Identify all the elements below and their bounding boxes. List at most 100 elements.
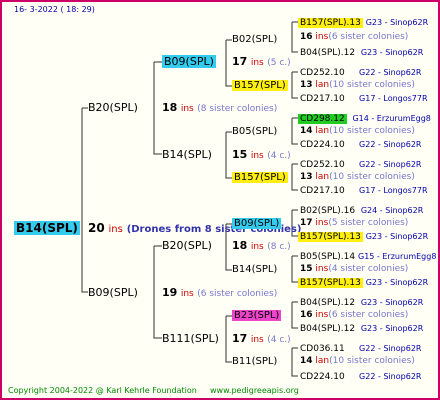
l2-node-0-label: B09(SPL) xyxy=(162,55,216,68)
l1-gen-1-num: 19 xyxy=(162,286,178,299)
l4-node-12-label: B04(SPL).12 xyxy=(300,298,356,308)
l2-gen-3: 17 ins (4 c.) xyxy=(232,332,291,347)
l3-gen-5-ins: ins xyxy=(315,264,329,274)
l4-node-10[interactable]: B05(SPL).14 G15 - ErzurumEgg8 xyxy=(300,251,436,263)
l2-gen-0-num: 17 xyxy=(232,55,248,68)
l2-node-0[interactable]: B09(SPL) xyxy=(162,55,216,68)
l4-node-3-info: G17 - Longos77R xyxy=(359,94,428,103)
l4-node-3[interactable]: CD217.10 G17 - Longos77R xyxy=(300,93,428,105)
l3-node-6[interactable]: B23(SPL) xyxy=(232,310,282,321)
l4-node-7-label: CD217.10 xyxy=(300,186,345,196)
l1-node-1[interactable]: B09(SPL) xyxy=(88,286,138,299)
l4-node-9-label: B157(SPL).13 xyxy=(298,232,363,242)
l4-node-2[interactable]: CD252.10 G22 - Sinop62R xyxy=(300,67,421,79)
pedigree-frame: 16- 3-2022 ( 18: 29) Copyright 2004-2022… xyxy=(0,0,440,400)
l3-gen-2-note: (10 sister colonies) xyxy=(329,126,415,136)
l4-node-5-info: G22 - Sinop62R xyxy=(359,140,422,149)
l4-node-9-info: G23 - Sinop62R xyxy=(365,232,429,241)
l3-gen-2: 14 lan(10 sister colonies) xyxy=(300,126,415,137)
l2-node-2[interactable]: B20(SPL) xyxy=(162,239,212,252)
l1-node-0[interactable]: B20(SPL) xyxy=(88,101,138,114)
l4-node-0[interactable]: B157(SPL).13 G23 - Sinop62R xyxy=(298,17,428,29)
l4-node-12[interactable]: B04(SPL).12 G23 - Sinop62R xyxy=(300,297,423,309)
root-gen: 20 xyxy=(88,221,105,235)
l3-gen-4-num: 17 xyxy=(300,218,313,228)
l3-gen-1-ins: lan xyxy=(315,80,330,90)
l4-node-6-info: G22 - Sinop62R xyxy=(359,160,422,169)
l4-node-13-label: B04(SPL).12 xyxy=(300,324,356,334)
l4-node-7-info: G17 - Longos77R xyxy=(359,186,428,195)
l3-gen-6: 16 ins(6 sister colonies) xyxy=(300,310,408,321)
l2-node-3[interactable]: B111(SPL) xyxy=(162,332,219,345)
root-node[interactable]: B14(SPL) xyxy=(14,221,80,236)
l4-node-0-info: G23 - Sinop62R xyxy=(365,18,429,27)
l3-gen-0-num: 16 xyxy=(300,32,313,42)
l3-node-5[interactable]: B14(SPL) xyxy=(232,264,277,275)
l2-gen-1-num: 15 xyxy=(232,148,248,161)
l4-node-11[interactable]: B157(SPL).13 G23 - Sinop62R xyxy=(298,277,428,289)
l4-node-13-info: G23 - Sinop62R xyxy=(360,324,424,333)
l3-gen-7-num: 14 xyxy=(300,356,313,366)
l3-gen-7: 14 lan(10 sister colonies) xyxy=(300,356,415,367)
l2-gen-2-num: 18 xyxy=(232,239,248,252)
l1-gen-0: 18 ins (8 sister colonies) xyxy=(162,101,277,116)
l4-node-1[interactable]: B04(SPL).12 G23 - Sinop62R xyxy=(300,47,423,59)
l4-node-6-label: CD252.10 xyxy=(300,160,345,170)
l1-gen-1-note: (6 sister colonies) xyxy=(197,289,278,299)
l3-gen-0-note: (6 sister colonies) xyxy=(328,32,409,42)
l2-gen-2: 18 ins (8 c.) xyxy=(232,239,291,254)
site-link[interactable]: www.pedigreeapis.org xyxy=(210,385,299,396)
l3-gen-2-num: 14 xyxy=(300,126,313,136)
l3-node-2[interactable]: B05(SPL) xyxy=(232,126,277,137)
l3-node-4[interactable]: B09(SPL) xyxy=(232,218,282,229)
l3-gen-1: 13 lan(10 sister colonies) xyxy=(300,80,415,91)
l4-node-11-info: G23 - Sinop62R xyxy=(365,278,429,287)
pedigree-connector-lines xyxy=(81,21,298,377)
l3-node-0[interactable]: B02(SPL) xyxy=(232,34,277,45)
l4-node-2-info: G22 - Sinop62R xyxy=(359,68,422,77)
l3-gen-0: 16 ins(6 sister colonies) xyxy=(300,32,408,43)
l4-node-5[interactable]: CD224.10 G22 - Sinop62R xyxy=(300,139,421,151)
l2-gen-0: 17 ins (5 c.) xyxy=(232,55,291,70)
l3-node-4-label: B09(SPL) xyxy=(232,218,282,229)
l4-node-13[interactable]: B04(SPL).12 G23 - Sinop62R xyxy=(300,323,423,335)
l3-gen-7-note: (10 sister colonies) xyxy=(329,356,415,366)
l4-node-1-label: B04(SPL).12 xyxy=(300,48,356,58)
l3-gen-5: 15 ins(4 sister colonies) xyxy=(300,264,408,275)
l4-node-0-label: B157(SPL).13 xyxy=(298,18,363,28)
l3-gen-0-ins: ins xyxy=(315,32,329,42)
l3-node-1-label: B157(SPL) xyxy=(232,80,288,91)
root-name: B14(SPL) xyxy=(14,221,80,235)
l2-gen-1-ins: ins xyxy=(250,151,264,161)
l1-gen-1-ins: ins xyxy=(180,289,194,299)
l2-gen-3-note: (4 c.) xyxy=(267,335,291,345)
copyright-text: Copyright 2004-2022 @ Karl Kehrle Founda… xyxy=(8,386,197,395)
l2-gen-3-ins: ins xyxy=(250,335,264,345)
l3-node-3[interactable]: B157(SPL) xyxy=(232,172,288,183)
l4-node-14-info: G22 - Sinop62R xyxy=(359,344,422,353)
l4-node-7[interactable]: CD217.10 G17 - Longos77R xyxy=(300,185,428,197)
l4-node-4[interactable]: CD298.12 G14 - ErzurumEgg8 xyxy=(298,113,431,125)
l3-gen-6-num: 16 xyxy=(300,310,313,320)
l3-gen-4: 17 ins(5 sister colonies) xyxy=(300,218,408,229)
l3-node-3-label: B157(SPL) xyxy=(232,172,288,183)
l4-node-8-info: G24 - Sinop62R xyxy=(360,206,424,215)
l4-node-8[interactable]: B02(SPL).16 G24 - Sinop62R xyxy=(300,205,423,217)
l4-node-15[interactable]: CD224.10 G22 - Sinop62R xyxy=(300,371,421,383)
l4-node-6[interactable]: CD252.10 G22 - Sinop62R xyxy=(300,159,421,171)
l3-gen-2-ins: lan xyxy=(315,126,330,136)
l2-gen-1-note: (4 c.) xyxy=(267,151,291,161)
l4-node-10-label: B05(SPL).14 xyxy=(300,252,356,262)
l3-gen-3-num: 13 xyxy=(300,172,313,182)
l2-gen-3-num: 17 xyxy=(232,332,248,345)
l3-node-7[interactable]: B11(SPL) xyxy=(232,356,277,367)
l4-node-14[interactable]: CD036.11 G22 - Sinop62R xyxy=(300,343,421,355)
l3-gen-4-ins: ins xyxy=(315,218,329,228)
l3-gen-1-num: 13 xyxy=(300,80,313,90)
l2-node-1[interactable]: B14(SPL) xyxy=(162,148,212,161)
connector-root xyxy=(81,108,88,293)
l3-gen-3: 13 lan(10 sister colonies) xyxy=(300,172,415,183)
l3-node-1[interactable]: B157(SPL) xyxy=(232,80,288,91)
l4-node-4-label: CD298.12 xyxy=(298,114,347,124)
l4-node-9[interactable]: B157(SPL).13 G23 - Sinop62R xyxy=(298,231,428,243)
